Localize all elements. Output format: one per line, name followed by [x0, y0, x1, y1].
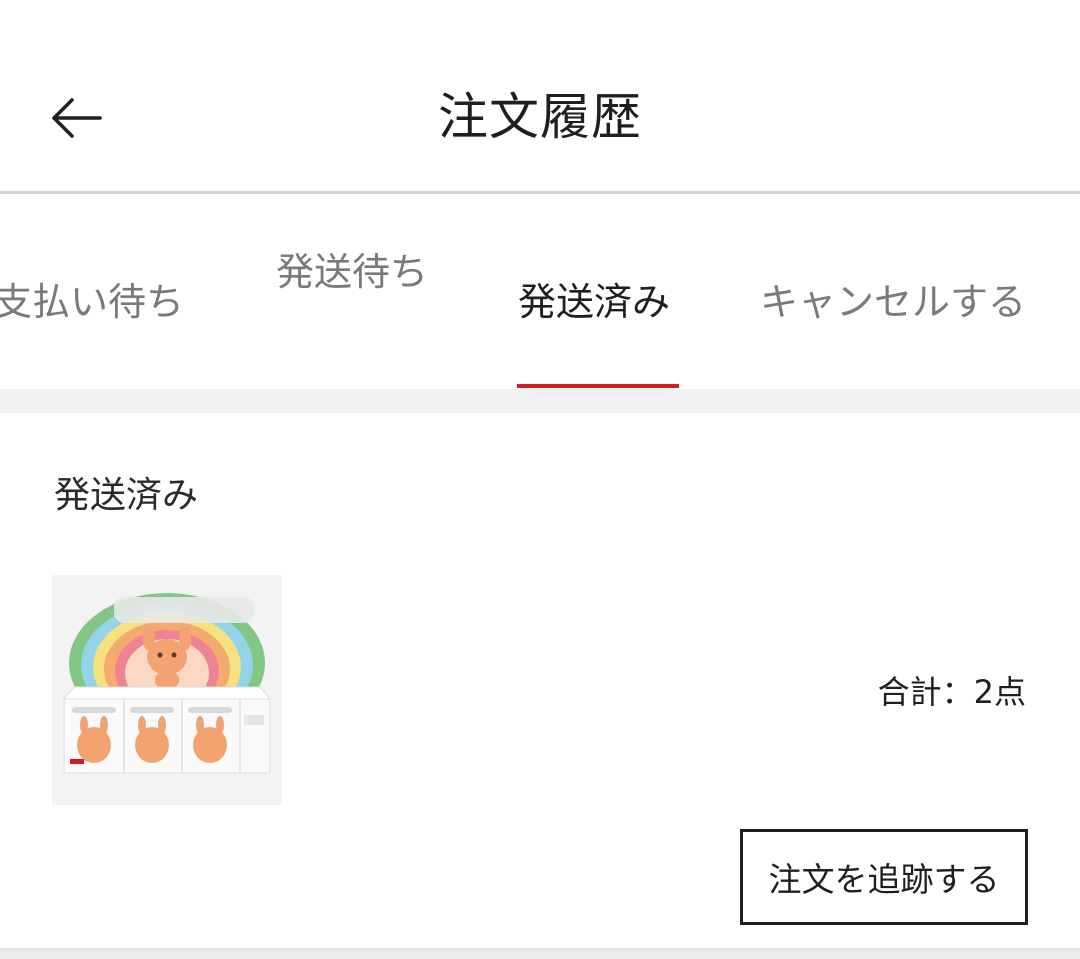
page-title: 注文履歴: [438, 88, 642, 146]
bottom-separator: [0, 948, 1080, 959]
product-thumbnail[interactable]: [52, 575, 282, 805]
order-total: 合計：2点: [877, 673, 1026, 711]
product-box-set-image: [52, 575, 282, 805]
order-card: 発送済み 合計：2点 注文を追跡する: [0, 413, 1080, 948]
active-tab-indicator: [517, 384, 679, 388]
tab-awaiting-payment[interactable]: 支払い待ち: [0, 278, 184, 326]
track-order-button[interactable]: 注文を追跡する: [740, 829, 1028, 925]
tab-awaiting-shipment[interactable]: 発送待ち: [276, 248, 428, 296]
section-separator: [0, 389, 1080, 413]
order-status-label: 発送済み: [54, 475, 199, 516]
app-header: 注文履歴: [0, 0, 1080, 194]
tab-shipped[interactable]: 発送済み: [518, 278, 670, 326]
tab-cancelled[interactable]: キャンセルする: [760, 278, 1026, 326]
order-status-tabs: 支払い待ち 発送待ち 発送済み キャンセルする: [0, 194, 1080, 388]
